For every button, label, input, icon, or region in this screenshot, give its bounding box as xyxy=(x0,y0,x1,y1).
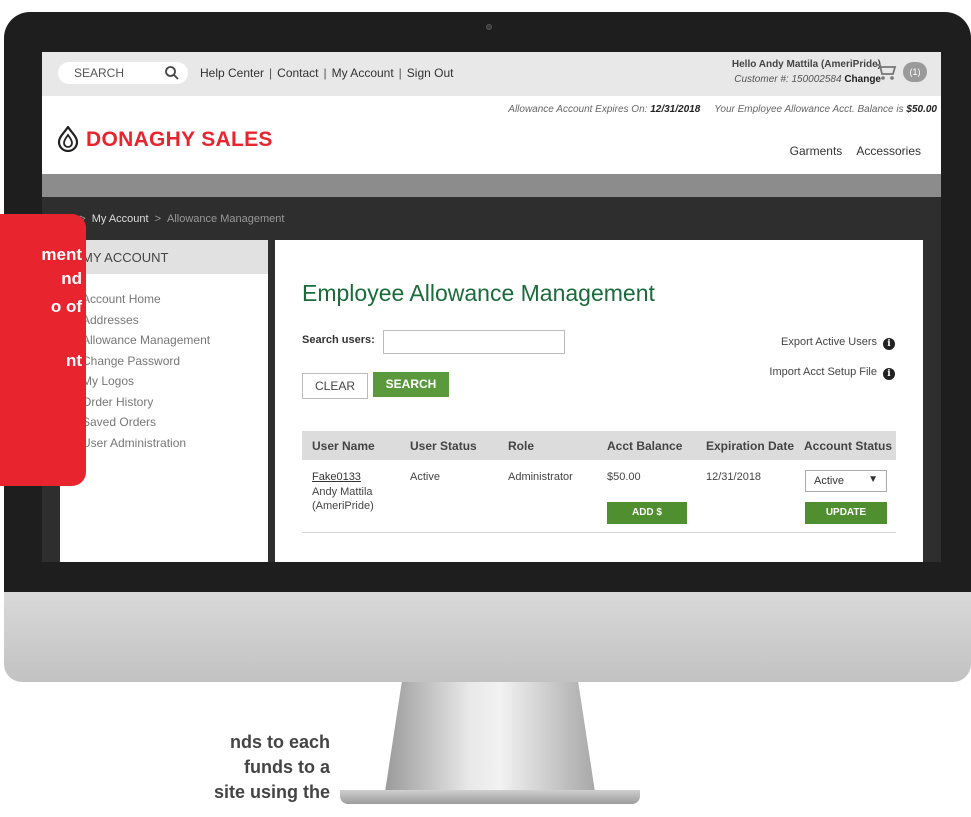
contact-link[interactable]: Contact xyxy=(277,66,318,80)
acct-balance-value: $50.00 xyxy=(607,471,641,483)
callout-line: nt xyxy=(65,351,82,370)
help-center-link[interactable]: Help Center xyxy=(200,66,264,80)
link-divider: | xyxy=(323,66,327,80)
column-expiration-date[interactable]: Expiration Date xyxy=(706,439,794,453)
breadcrumb-separator: > xyxy=(154,213,162,225)
marketing-image: SEARCH Help Center | Contact | My Account | Si… xyxy=(0,0,971,817)
callout-line: o of xyxy=(50,297,82,316)
breadcrumb-current: Allowance Management xyxy=(167,213,285,225)
sidebar-title: MY ACCOUNT xyxy=(60,240,268,274)
monitor-camera xyxy=(486,24,492,30)
sidebar-item-addresses[interactable]: Addresses xyxy=(82,310,210,331)
chevron-down-icon: ▼ xyxy=(868,474,878,485)
user-company: (AmeriPride) xyxy=(312,500,374,512)
info-icon[interactable]: i xyxy=(883,368,895,380)
greeting-text: Hello Andy Mattila (AmeriPride) xyxy=(731,59,881,70)
callout-line: ment xyxy=(41,245,82,264)
column-role[interactable]: Role xyxy=(508,439,534,453)
brand-name: DONAGHY SALES xyxy=(86,128,273,151)
sidebar-item-change-password[interactable]: Change Password xyxy=(82,351,210,372)
site-header: Allowance Account Expires On: 12/31/2018… xyxy=(42,96,941,174)
sidebar-item-my-logos[interactable]: My Logos xyxy=(82,371,210,392)
sidebar-menu: Account Home Addresses Allowance Managem… xyxy=(82,289,210,453)
allowance-panel: Employee Allowance Management Search use… xyxy=(275,240,923,562)
username-link[interactable]: Fake0133 xyxy=(312,470,361,484)
role-value: Administrator xyxy=(508,471,573,483)
search-icon[interactable] xyxy=(164,65,180,81)
sidebar-item-user-administration[interactable]: User Administration xyxy=(82,433,210,454)
utility-links: Help Center | Contact | My Account | Sign Out xyxy=(200,66,454,80)
export-active-users-link[interactable]: Export Active Users i xyxy=(781,336,895,350)
account-status-select[interactable]: Active ▼ xyxy=(805,470,887,492)
allowance-summary: Allowance Account Expires On: 12/31/2018… xyxy=(508,104,937,115)
callout-line: nd xyxy=(61,269,82,288)
sign-out-link[interactable]: Sign Out xyxy=(407,66,454,80)
monitor-chin xyxy=(4,592,971,682)
breadcrumb-my-account[interactable]: My Account xyxy=(92,213,149,225)
column-acct-balance[interactable]: Acct Balance xyxy=(607,439,682,453)
link-divider: | xyxy=(269,66,273,80)
customer-label: Customer #: xyxy=(734,74,789,85)
sidebar-item-order-history[interactable]: Order History xyxy=(82,392,210,413)
monitor-screen: SEARCH Help Center | Contact | My Account | Si… xyxy=(42,52,941,562)
update-button[interactable]: UPDATE xyxy=(805,502,887,524)
search-users-input[interactable] xyxy=(383,330,565,354)
expires-label: Allowance Account Expires On: xyxy=(508,104,648,115)
red-callout: ment nd o of nt xyxy=(0,214,86,486)
page-title: Employee Allowance Management xyxy=(302,280,655,306)
my-account-link[interactable]: My Account xyxy=(332,66,394,80)
cart-icon[interactable] xyxy=(875,62,897,82)
user-fullname: Andy Mattila xyxy=(312,486,373,498)
export-active-users-label: Export Active Users xyxy=(781,336,877,348)
expiration-date-value: 12/31/2018 xyxy=(706,471,762,483)
column-user-name[interactable]: User Name xyxy=(312,439,375,453)
caption-line: site using the xyxy=(213,782,330,802)
import-acct-setup-link[interactable]: Import Acct Setup File i xyxy=(769,366,895,380)
clear-button[interactable]: CLEAR xyxy=(302,373,368,399)
account-status-selected: Active xyxy=(814,475,844,487)
drop-logo-icon xyxy=(57,126,79,152)
column-user-status[interactable]: User Status xyxy=(410,439,477,453)
expires-date: 12/31/2018 xyxy=(650,104,701,115)
sidebar-item-account-home[interactable]: Account Home xyxy=(82,289,210,310)
caption-text: nds to each funds to a site using the xyxy=(0,730,330,805)
search-users-label: Search users: xyxy=(302,334,375,346)
utility-bar: SEARCH Help Center | Contact | My Account | Si… xyxy=(42,52,941,96)
customer-number: 150002584 xyxy=(791,74,842,85)
nav-accessories[interactable]: Accessories xyxy=(856,144,921,158)
caption-line: nds to each xyxy=(229,732,330,752)
info-icon[interactable]: i xyxy=(883,338,895,350)
site-search-placeholder: SEARCH xyxy=(74,66,125,80)
breadcrumb: me>My Account>Allowance Management xyxy=(58,213,284,225)
nav-garments[interactable]: Garments xyxy=(790,144,843,158)
row-divider xyxy=(302,532,896,533)
cart-count-badge[interactable]: (1) xyxy=(903,62,927,82)
user-greeting: Hello Andy Mattila (AmeriPride) Customer… xyxy=(732,57,881,87)
balance-value: $50.00 xyxy=(906,104,937,115)
sidebar-item-saved-orders[interactable]: Saved Orders xyxy=(82,412,210,433)
monitor-stand xyxy=(385,682,595,792)
link-divider: | xyxy=(398,66,402,80)
import-acct-setup-label: Import Acct Setup File xyxy=(769,366,877,378)
sidebar-item-allowance-management[interactable]: Allowance Management xyxy=(82,330,210,351)
search-button[interactable]: SEARCH xyxy=(373,372,449,397)
account-sidebar: MY ACCOUNT Account Home Addresses Allowa… xyxy=(60,240,268,562)
balance-label: Your Employee Allowance Acct. Balance is xyxy=(714,104,904,115)
add-funds-button[interactable]: ADD $ xyxy=(607,502,687,524)
nav-band xyxy=(42,174,941,197)
site-search-input[interactable]: SEARCH xyxy=(58,62,188,84)
caption-line: funds to a xyxy=(244,757,330,777)
monitor-stand-base xyxy=(340,790,640,804)
column-account-status[interactable]: Account Status xyxy=(804,439,892,453)
users-table-header: User Name User Status Role Acct Balance … xyxy=(302,431,896,460)
main-nav: Garments Accessories xyxy=(776,144,921,158)
user-status-value: Active xyxy=(410,471,440,483)
